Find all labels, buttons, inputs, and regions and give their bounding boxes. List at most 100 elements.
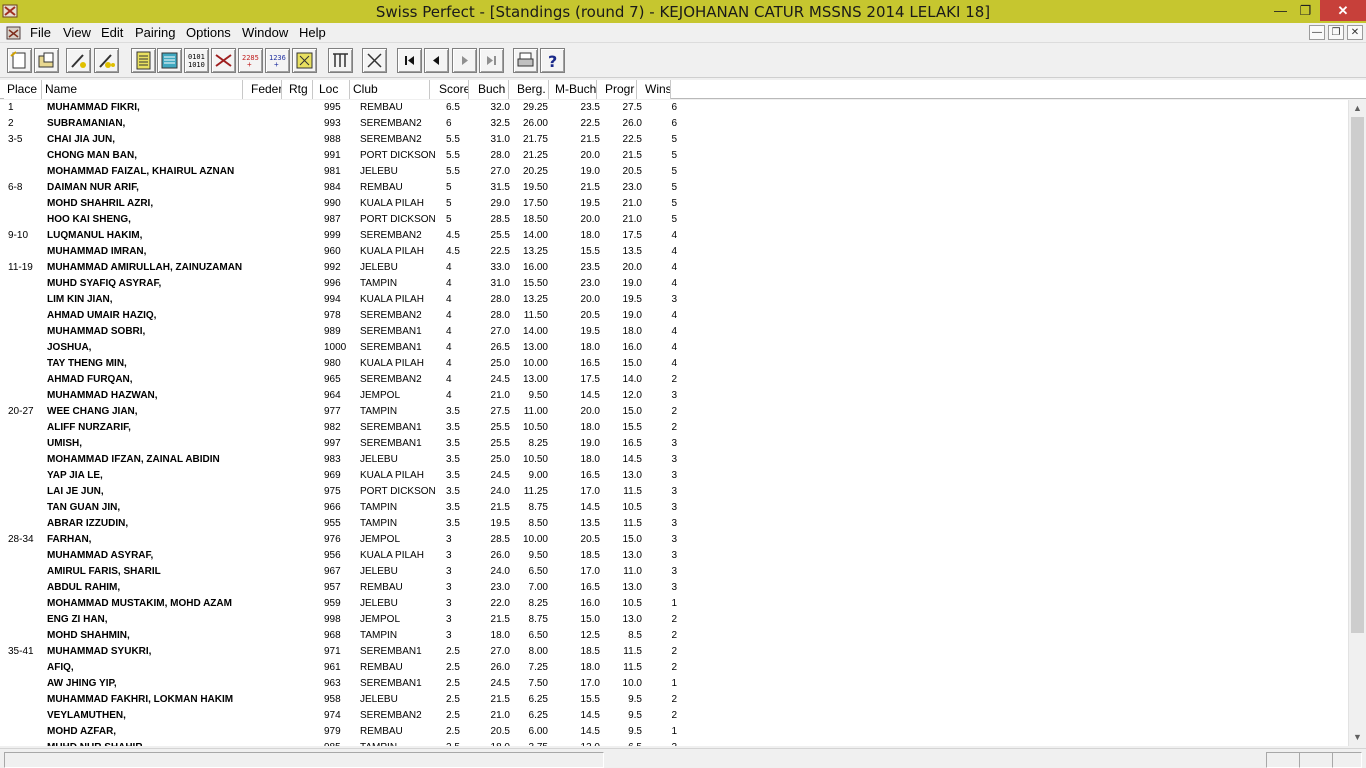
menu-options[interactable]: Options <box>186 25 231 40</box>
menu-window[interactable]: Window <box>242 25 288 40</box>
column-header-loc[interactable]: Loc <box>313 80 350 99</box>
table-row[interactable]: TAN GUAN JIN, 966 TAMPIN 3.5 21.5 8.75 14.5 10.… <box>0 500 700 516</box>
mdi-minimize-icon[interactable]: — <box>1309 25 1325 40</box>
table-row[interactable]: ENG ZI HAN, 998 JEMPOL 3 21.5 8.75 15.0 13.0 2 <box>0 612 700 628</box>
cell-wins: 4 <box>671 342 677 353</box>
table-row[interactable]: MUHAMMAD IMRAN, 960 KUALA PILAH 4.5 22.5 13.2… <box>0 244 700 260</box>
table-row[interactable]: TAY THENG MIN, 980 KUALA PILAH 4 25.0 10.00 16… <box>0 356 700 372</box>
table-row[interactable]: UMISH, 997 SEREMBAN1 3.5 25.5 8.25 19.0 16.5 3 <box>0 436 700 452</box>
table-row[interactable]: MOHD AZFAR, 979 REMBAU 2.5 20.5 6.00 14.5 9.5 1 <box>0 724 700 740</box>
menu-help[interactable]: Help <box>299 25 326 40</box>
cell-progr: 21.5 <box>622 150 642 161</box>
open-tournament-icon[interactable] <box>34 48 59 73</box>
table-row[interactable]: LAI JE JUN, 975 PORT DICKSON 3.5 24.0 11.25 17… <box>0 484 700 500</box>
edit-players-icon[interactable] <box>66 48 91 73</box>
table-row[interactable]: LIM KIN JIAN, 994 KUALA PILAH 4 28.0 13.25 20.… <box>0 292 700 308</box>
table-row[interactable]: YAP JIA LE, 969 KUALA PILAH 3.5 24.5 9.00 16.5… <box>0 468 700 484</box>
table-row[interactable]: 20-27 WEE CHANG JIAN, 977 TAMPIN 3.5 27.5 11.0… <box>0 404 700 420</box>
help-icon[interactable]: ? <box>540 48 565 73</box>
column-header-name[interactable]: Name <box>42 80 243 99</box>
cell-progr: 11.5 <box>623 486 642 497</box>
withdraw-icon[interactable] <box>362 48 387 73</box>
cell-wins: 2 <box>671 646 677 657</box>
export-icon[interactable] <box>292 48 317 73</box>
table-row[interactable]: 2 SUBRAMANIAN, 993 SEREMBAN2 6 32.5 26.00 22.5 2… <box>0 116 700 132</box>
menu-edit[interactable]: Edit <box>101 25 123 40</box>
scroll-up-icon[interactable]: ▲ <box>1349 100 1366 117</box>
new-tournament-icon[interactable] <box>7 48 32 73</box>
table-row[interactable]: 28-34 FARHAN, 976 JEMPOL 3 28.5 10.00 20.5 15.0 3 <box>0 532 700 548</box>
standings-icon[interactable] <box>157 48 182 73</box>
table-row[interactable]: 9-10 LUQMANUL HAKIM, 999 SEREMBAN2 4.5 25.5 14… <box>0 228 700 244</box>
restore-icon[interactable]: ❐ <box>1292 0 1319 21</box>
table-row[interactable]: AHMAD FURQAN, 965 SEREMBAN2 4 24.5 13.00 17.5 1… <box>0 372 700 388</box>
table-row[interactable]: ABDUL RAHIM, 957 REMBAU 3 23.0 7.00 16.5 13.0 3 <box>0 580 700 596</box>
scroll-down-icon[interactable]: ▼ <box>1349 729 1366 746</box>
print-icon[interactable] <box>513 48 538 73</box>
column-header-rtg[interactable]: Rtg <box>282 80 313 99</box>
previous-round-icon[interactable] <box>424 48 449 73</box>
menu-file[interactable]: File <box>30 25 51 40</box>
cell-mbuch: 17.0 <box>580 678 600 689</box>
cell-score: 3.5 <box>446 502 460 513</box>
table-row[interactable]: ABRAR IZZUDIN, 955 TAMPIN 3.5 19.5 8.50 13.5 11… <box>0 516 700 532</box>
first-round-icon[interactable] <box>397 48 422 73</box>
cell-wins: 3 <box>671 502 677 513</box>
table-row[interactable]: VEYLAMUTHEN, 974 SEREMBAN2 2.5 21.0 6.25 14.5 9… <box>0 708 700 724</box>
vertical-scrollbar[interactable]: ▲ ▼ <box>1348 100 1366 746</box>
table-row[interactable]: AFIQ, 961 REMBAU 2.5 26.0 7.25 18.0 11.5 2 <box>0 660 700 676</box>
table-row[interactable]: MOHAMMAD MUSTAKIM, MOHD AZAM 959 JELEBU 3 22… <box>0 596 700 612</box>
close-icon[interactable]: ✕ <box>1320 0 1366 21</box>
pair-round-icon[interactable] <box>94 48 119 73</box>
crosstable-icon[interactable]: 0101 1010 <box>184 48 209 73</box>
column-header-score[interactable]: Score <box>430 80 469 99</box>
table-row[interactable]: 1 MUHAMMAD FIKRI, 995 REMBAU 6.5 32.0 29.25 23.… <box>0 100 700 116</box>
rating-calc-icon[interactable]: 1236 + <box>265 48 290 73</box>
table-row[interactable]: AMIRUL FARIS, SHARIL 967 JELEBU 3 24.0 6.50 17… <box>0 564 700 580</box>
table-row[interactable]: MUHAMMAD HAZWAN, 964 JEMPOL 4 21.0 9.50 14.5 12… <box>0 388 700 404</box>
layout-icon[interactable] <box>328 48 353 73</box>
column-header-progr[interactable]: Progr <box>597 80 637 99</box>
minimize-icon[interactable]: — <box>1267 0 1294 21</box>
column-header-berg[interactable]: Berg. <box>509 80 549 99</box>
ratings-icon[interactable]: 2285 + <box>238 48 263 73</box>
table-row[interactable]: AW JHING YIP, 963 SEREMBAN1 2.5 24.5 7.50 17.0… <box>0 676 700 692</box>
cell-loc: 966 <box>324 502 341 513</box>
table-row[interactable]: MOHD SHAHRIL AZRI, 990 KUALA PILAH 5 29.0 17.… <box>0 196 700 212</box>
next-round-icon[interactable] <box>452 48 477 73</box>
column-header-mbuch[interactable]: M-Buch <box>549 80 597 99</box>
table-row[interactable]: HOO KAI SHENG, 987 PORT DICKSON 5 28.5 18.50 2… <box>0 212 700 228</box>
menu-view[interactable]: View <box>63 25 91 40</box>
mdi-restore-icon[interactable]: ❐ <box>1328 25 1344 40</box>
table-row[interactable]: JOSHUA, 1000 SEREMBAN1 4 26.5 13.00 18.0 16.0 4 <box>0 340 700 356</box>
column-header-buch[interactable]: Buch <box>469 80 509 99</box>
table-row[interactable]: MUHD NUR SHAHIR, 985 TAMPIN 2.5 18.03.75 13.0… <box>0 740 700 746</box>
last-round-icon[interactable] <box>479 48 504 73</box>
table-row[interactable]: 3-5 CHAI JIA JUN, 988 SEREMBAN2 5.5 31.0 21.75… <box>0 132 700 148</box>
table-row[interactable]: MUHAMMAD SOBRI, 989 SEREMBAN1 4 27.0 14.00 19.… <box>0 324 700 340</box>
column-header-place[interactable]: Place <box>4 80 42 99</box>
table-row[interactable]: 6-8 DAIMAN NUR ARIF, 984 REMBAU 5 31.5 19.50 21… <box>0 180 700 196</box>
column-header-club[interactable]: Club <box>350 80 430 99</box>
table-row[interactable]: 11-19 MUHAMMAD AMIRULLAH, ZAINUZAMAN 992 JE… <box>0 260 700 276</box>
menu-pairing[interactable]: Pairing <box>135 25 175 40</box>
player-list-icon[interactable] <box>131 48 156 73</box>
table-row[interactable]: MUHAMMAD ASYRAF, 956 KUALA PILAH 3 26.0 9.50 1… <box>0 548 700 564</box>
table-row[interactable]: CHONG MAN BAN, 991 PORT DICKSON 5.5 28.0 21.2… <box>0 148 700 164</box>
table-row[interactable]: MOHAMMAD IFZAN, ZAINAL ABIDIN 983 JELEBU 3.… <box>0 452 700 468</box>
mdi-close-icon[interactable]: ✕ <box>1347 25 1363 40</box>
scrollbar-thumb[interactable] <box>1351 117 1364 633</box>
results-icon[interactable] <box>211 48 236 73</box>
cell-berg: 7.50 <box>528 678 548 689</box>
table-row[interactable]: MUHAMMAD FAKHRI, LOKMAN HAKIM 958 JELEBU 2.… <box>0 692 700 708</box>
table-row[interactable]: AHMAD UMAIR HAZIQ, 978 SEREMBAN2 4 28.0 11.50… <box>0 308 700 324</box>
column-header-wins[interactable]: Wins <box>637 80 671 99</box>
table-row[interactable]: 35-41 MUHAMMAD SYUKRI, 971 SEREMBAN1 2.5 27.0… <box>0 644 700 660</box>
document-icon[interactable] <box>6 25 22 41</box>
table-row[interactable]: MOHD SHAHMIN, 968 TAMPIN 3 18.0 6.50 12.5 8.5 2 <box>0 628 700 644</box>
table-row[interactable]: ALIFF NURZARIF, 982 SEREMBAN1 3.5 25.5 10.50 1… <box>0 420 700 436</box>
table-row[interactable]: MUHD SYAFIQ ASYRAF, 996 TAMPIN 4 31.0 15.50 23… <box>0 276 700 292</box>
table-row[interactable]: MOHAMMAD FAIZAL, KHAIRUL AZNAN 981 JELEBU 5… <box>0 164 700 180</box>
cell-progr: 19.0 <box>622 310 642 321</box>
column-header-feder[interactable]: Feder <box>243 80 282 99</box>
